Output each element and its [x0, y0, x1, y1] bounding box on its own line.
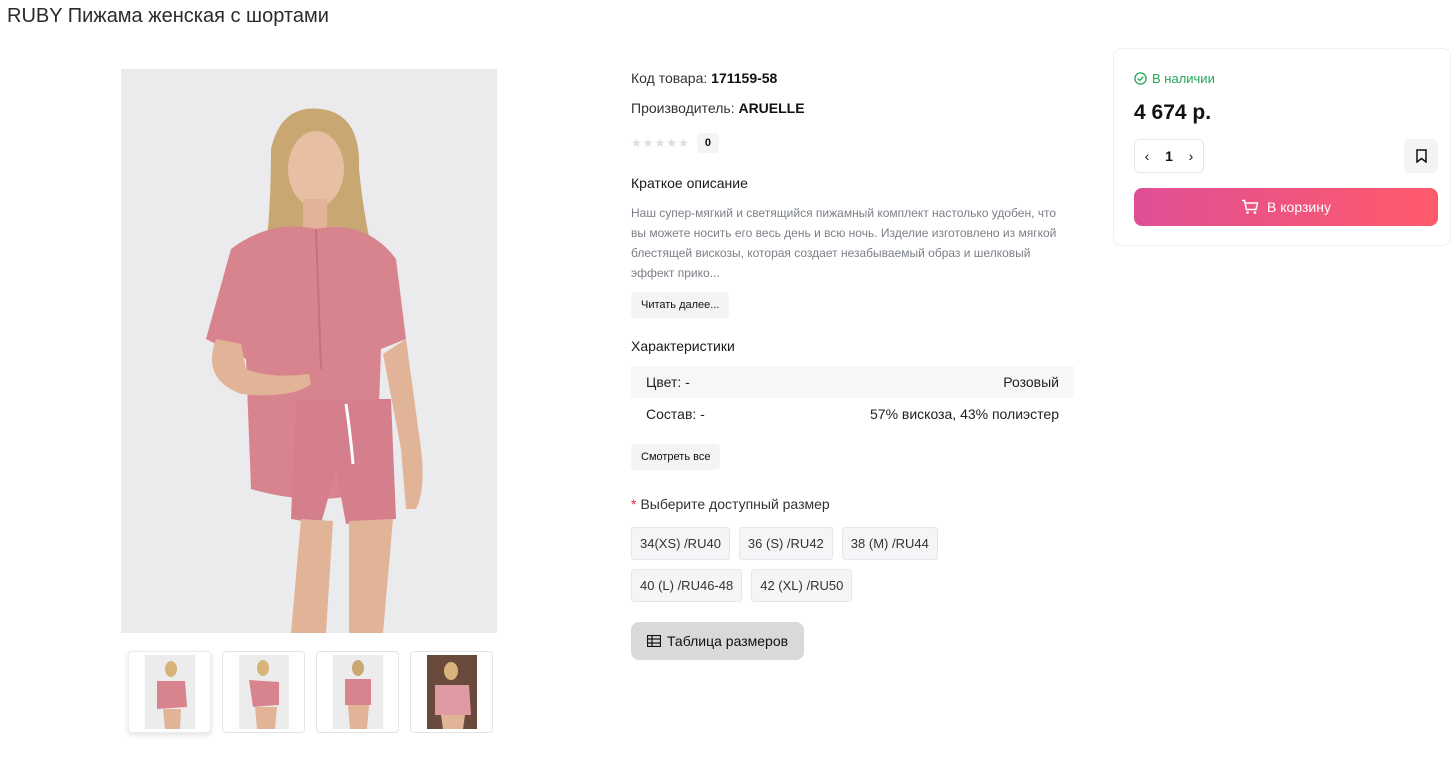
table-row: Состав: - 57% вискоза, 43% полиэстер [631, 398, 1074, 430]
product-main-image[interactable] [121, 69, 497, 633]
thumbnail-1[interactable] [128, 651, 211, 733]
thumbnail-3[interactable] [316, 651, 399, 733]
stock-status: В наличии [1134, 71, 1215, 86]
manufacturer-line: Производитель: ARUELLE [631, 99, 1076, 129]
product-info: Код товара: 171159-58 Производитель: ARU… [631, 69, 1076, 660]
bookmark-button[interactable] [1404, 139, 1438, 173]
price: 4 674 р. [1134, 101, 1212, 124]
thumbnail-image [332, 655, 383, 729]
sku-label: Код товара: [631, 70, 708, 86]
see-all-button[interactable]: Смотреть все [631, 444, 721, 470]
required-asterisk: * [631, 496, 637, 512]
add-to-cart-label: В корзину [1267, 199, 1331, 215]
review-count-badge[interactable]: 0 [696, 133, 719, 153]
thumbnail-4[interactable] [410, 651, 493, 733]
add-to-cart-button[interactable]: В корзину [1134, 188, 1438, 226]
increase-button[interactable]: › [1185, 148, 1197, 164]
thumbnail-strip [128, 651, 493, 733]
bookmark-icon [1415, 149, 1427, 163]
size-option[interactable]: 42 (XL) /RU50 [751, 569, 853, 602]
sku-value: 171159-58 [711, 70, 778, 86]
buy-box: В наличии 4 674 р. ‹ 1 › В корзину [1113, 48, 1451, 246]
property-value: 57% вискоза, 43% полиэстер [870, 406, 1059, 422]
size-select-title: * Выберите доступный размер [631, 496, 1076, 512]
stock-label: В наличии [1152, 71, 1215, 86]
star-icon: ★ [642, 136, 654, 150]
check-circle-icon [1134, 72, 1147, 85]
property-name: Цвет: - [646, 374, 690, 390]
thumbnail-image [426, 655, 477, 729]
table-icon [647, 635, 661, 647]
rating-row: ★ ★ ★ ★ ★ 0 [631, 131, 1076, 155]
size-options: 34(XS) /RU40 36 (S) /RU42 38 (M) /RU44 4… [631, 527, 961, 602]
short-description-title: Краткое описание [631, 175, 748, 191]
characteristics-title: Характеристики [631, 338, 735, 354]
rating-stars[interactable]: ★ ★ ★ ★ ★ [631, 137, 689, 149]
characteristics-table: Цвет: - Розовый Состав: - 57% вискоза, 4… [631, 366, 1074, 430]
star-icon: ★ [666, 136, 678, 150]
property-value: Розовый [1003, 374, 1059, 390]
thumbnail-image [144, 655, 195, 729]
short-description-text: Наш супер-мягкий и светящийся пижамный к… [631, 206, 1057, 280]
size-option[interactable]: 40 (L) /RU46-48 [631, 569, 743, 602]
manufacturer-value[interactable]: ARUELLE [738, 100, 804, 116]
star-icon: ★ [654, 136, 666, 150]
size-option[interactable]: 34(XS) /RU40 [631, 527, 730, 560]
quantity-value[interactable]: 1 [1165, 148, 1173, 164]
sku-line: Код товара: 171159-58 [631, 69, 1076, 99]
thumbnail-2[interactable] [222, 651, 305, 733]
page-title: RUBY Пижама женская с шортами [7, 5, 329, 27]
cart-icon [1242, 199, 1259, 214]
size-select-label: Выберите доступный размер [640, 496, 830, 512]
size-option[interactable]: 36 (S) /RU42 [738, 527, 833, 560]
quantity-stepper: ‹ 1 › [1134, 139, 1204, 173]
table-row: Цвет: - Розовый [631, 366, 1074, 398]
read-more-button[interactable]: Читать далее... [631, 292, 730, 318]
star-icon: ★ [678, 136, 689, 150]
thumbnail-image [238, 655, 289, 729]
star-icon: ★ [631, 136, 642, 150]
decrease-button[interactable]: ‹ [1141, 148, 1153, 164]
size-table-button[interactable]: Таблица размеров [631, 622, 805, 660]
property-name: Состав: - [646, 406, 705, 422]
size-table-label: Таблица размеров [667, 633, 789, 649]
manufacturer-label: Производитель: [631, 100, 735, 116]
size-option[interactable]: 38 (M) /RU44 [841, 527, 938, 560]
product-photo-illustration [121, 69, 497, 633]
